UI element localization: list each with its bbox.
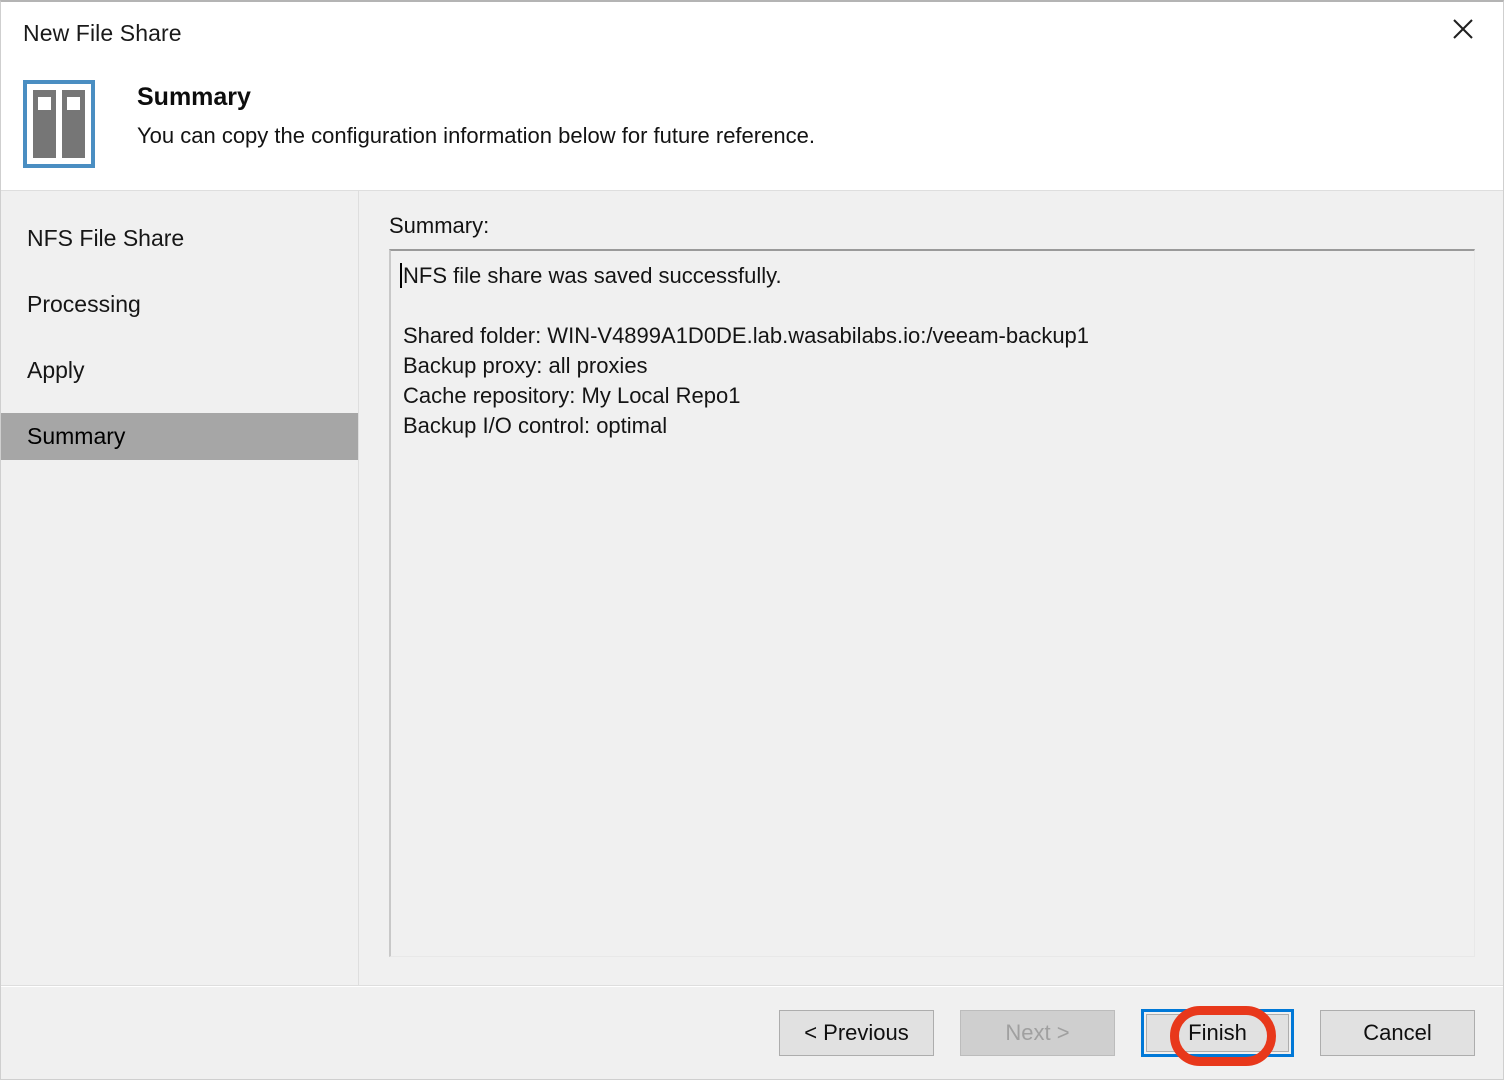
- summary-text-line: [399, 291, 1462, 321]
- new-file-share-dialog: New File Share Summary You can copy the …: [0, 0, 1504, 1080]
- summary-text-line: Backup proxy: all proxies: [403, 353, 648, 378]
- cancel-button[interactable]: Cancel: [1320, 1010, 1475, 1056]
- page-title: Summary: [137, 83, 251, 111]
- sidebar-item-label: Apply: [27, 357, 85, 383]
- summary-text-line: Shared folder: WIN-V4899A1D0DE.lab.wasab…: [403, 323, 1090, 348]
- summary-label: Summary:: [389, 213, 490, 238]
- summary-text-line: Backup I/O control: optimal: [403, 413, 668, 438]
- file-share-icon-knob-left: [38, 97, 51, 110]
- dialog-header: Summary You can copy the configuration i…: [1, 64, 1503, 190]
- summary-textbox[interactable]: NFS file share was saved successfully. S…: [389, 249, 1475, 957]
- file-share-icon-panel-left: [33, 90, 56, 158]
- dialog-body: NFS File Share Processing Apply Summary …: [1, 191, 1503, 985]
- close-icon[interactable]: [1431, 2, 1495, 56]
- window-title: New File Share: [23, 19, 182, 46]
- summary-panel: Summary: NFS file share was saved succes…: [359, 191, 1503, 985]
- page-subtitle: You can copy the configuration informati…: [137, 123, 815, 149]
- finish-button-focus-ring: Finish: [1141, 1006, 1294, 1066]
- title-bar: New File Share: [1, 2, 1503, 64]
- sidebar-item-summary[interactable]: Summary: [1, 413, 358, 460]
- previous-button[interactable]: < Previous: [779, 1010, 934, 1056]
- sidebar-item-nfs-file-share[interactable]: NFS File Share: [1, 215, 358, 262]
- sidebar-item-label: NFS File Share: [27, 225, 185, 251]
- summary-text-line: NFS file share was saved successfully.: [403, 263, 782, 288]
- finish-button[interactable]: Finish: [1146, 1014, 1289, 1052]
- header-text-group: Summary You can copy the configuration i…: [137, 82, 815, 150]
- next-button: Next >: [960, 1010, 1115, 1056]
- file-share-icon: [23, 80, 95, 168]
- sidebar-item-label: Summary: [27, 423, 126, 449]
- file-share-icon-panel-right: [62, 90, 85, 158]
- text-caret: [400, 263, 402, 288]
- wizard-step-list: NFS File Share Processing Apply Summary: [1, 191, 359, 985]
- sidebar-item-label: Processing: [27, 291, 141, 317]
- dialog-footer: < Previous Next > Finish Cancel: [1, 987, 1503, 1079]
- file-share-icon-knob-right: [67, 97, 80, 110]
- sidebar-item-apply[interactable]: Apply: [1, 347, 358, 394]
- sidebar-item-processing[interactable]: Processing: [1, 281, 358, 328]
- summary-text-line: Cache repository: My Local Repo1: [403, 383, 741, 408]
